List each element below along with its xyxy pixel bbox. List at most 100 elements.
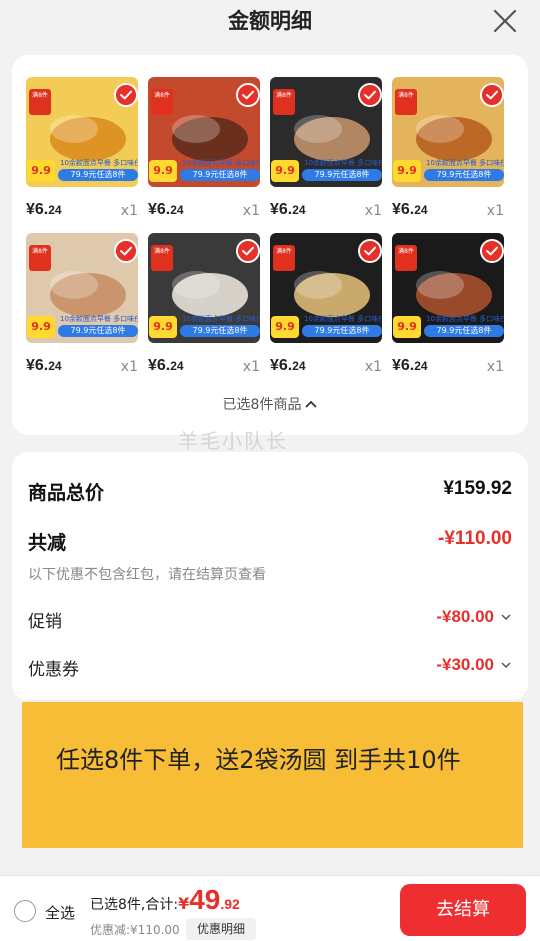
- price-integer: ¥6.: [270, 201, 293, 218]
- price-integer: ¥6.: [26, 357, 49, 374]
- chevron-down-icon: [501, 614, 511, 621]
- price-badge: 9.9: [27, 316, 55, 338]
- product-price: ¥6.24: [392, 357, 428, 375]
- price-decimal: 24: [414, 203, 428, 217]
- promo-strip-text: 10余款面点早餐 多口味任选: [304, 315, 382, 323]
- header: 金额明细: [0, 0, 540, 44]
- product-price: ¥6.24: [270, 201, 306, 219]
- promo-strip: 9.9 10余款面点早餐 多口味任选 79.9元任选8件: [26, 159, 138, 185]
- promo-strip: 9.9 10余款面点早餐 多口味任选 79.9元任选8件: [392, 159, 504, 185]
- check-icon[interactable]: [236, 239, 260, 263]
- promo-strip-text: 10余款面点早餐 多口味任选: [426, 315, 504, 323]
- chevron-down-icon: [501, 662, 511, 669]
- price-badge: 9.9: [149, 160, 177, 182]
- promo-strip-text: 10余款面点早餐 多口味任选: [182, 159, 260, 167]
- checkout-button[interactable]: 去结算: [400, 884, 526, 936]
- promo-strip-offer: 79.9元任选8件: [424, 169, 504, 181]
- promo-strip: 9.9 10余款面点早餐 多口味任选 79.9元任选8件: [148, 315, 260, 341]
- price-decimal: 24: [48, 203, 62, 217]
- total-currency: ¥: [178, 894, 190, 913]
- promo-badge: 满8件: [29, 245, 51, 271]
- promo-strip-offer: 79.9元任选8件: [424, 325, 504, 337]
- promo-strip: 9.9 10余款面点早餐 多口味任选 79.9元任选8件: [26, 315, 138, 341]
- total-integer: 49: [189, 884, 221, 915]
- discount-note: 以下优惠不包含红包，请在结算页查看: [28, 567, 266, 583]
- product-quantity: x1: [486, 203, 504, 219]
- product-item[interactable]: 满8件 9.9 10余款面点早餐 多口味任选 79.9元任选8件 ¥6.24 x1: [270, 77, 382, 227]
- check-icon[interactable]: [358, 239, 382, 263]
- promo-strip-text: 10余款面点早餐 多口味任选: [426, 159, 504, 167]
- promo-strip-offer: 79.9元任选8件: [302, 169, 382, 181]
- promo-banner: 任选8件下单，送2袋汤圆 到手共10件: [22, 702, 523, 848]
- promo-strip: 9.9 10余款面点早餐 多口味任选 79.9元任选8件: [270, 159, 382, 185]
- product-item[interactable]: 满8件 9.9 10余款面点早餐 多口味任选 79.9元任选8件 ¥6.24 x1: [148, 77, 260, 227]
- product-item[interactable]: 满8件 9.9 10余款面点早餐 多口味任选 79.9元任选8件 ¥6.24 x1: [392, 77, 504, 227]
- price-integer: ¥6.: [270, 357, 293, 374]
- check-icon[interactable]: [480, 83, 504, 107]
- price-badge: 9.9: [393, 160, 421, 182]
- product-price: ¥6.24: [26, 357, 62, 375]
- total-reduce-value: -¥110.00: [438, 528, 512, 549]
- price-decimal: 24: [48, 359, 62, 373]
- check-icon[interactable]: [114, 83, 138, 107]
- select-all-label[interactable]: 全选: [45, 902, 75, 923]
- product-item[interactable]: 满8件 9.9 10余款面点早餐 多口味任选 79.9元任选8件 ¥6.24 x1: [26, 233, 138, 383]
- selected-summary-label: 已选8件商品: [222, 397, 302, 413]
- promo-strip: 9.9 10余款面点早餐 多口味任选 79.9元任选8件: [392, 315, 504, 341]
- coupon-label: 优惠券: [28, 660, 79, 680]
- product-item[interactable]: 满8件 9.9 10余款面点早餐 多口味任选 79.9元任选8件 ¥6.24 x1: [26, 77, 138, 227]
- products-card: 满8件9.910余款面点早餐 多口味任选79.9元任选8件¥6.24x1满8件9…: [12, 55, 528, 435]
- check-icon[interactable]: [114, 239, 138, 263]
- checkout-bar: 全选 已选8件,合计:¥49.92 优惠减:¥110.00 优惠明细 去结算: [0, 875, 540, 941]
- check-icon[interactable]: [236, 83, 260, 107]
- price-integer: ¥6.: [148, 201, 171, 218]
- promo-strip-offer: 79.9元任选8件: [180, 169, 260, 181]
- chevron-up-icon: [305, 400, 318, 408]
- promo-badge: 满8件: [395, 89, 417, 115]
- selected-summary-toggle[interactable]: 已选8件商品: [12, 394, 528, 414]
- promo-strip-offer: 79.9元任选8件: [58, 169, 138, 181]
- promo-strip: 9.9 10余款面点早餐 多口味任选 79.9元任选8件: [270, 315, 382, 341]
- price-badge: 9.9: [393, 316, 421, 338]
- check-icon[interactable]: [480, 239, 504, 263]
- product-price: ¥6.24: [26, 201, 62, 219]
- watermark: 羊毛小队长: [178, 429, 288, 453]
- product-quantity: x1: [486, 359, 504, 375]
- product-quantity: x1: [364, 203, 382, 219]
- order-total: 已选8件,合计:¥49.92: [90, 884, 240, 916]
- price-integer: ¥6.: [392, 357, 415, 374]
- page-title: 金额明细: [228, 9, 312, 33]
- promo-strip-offer: 79.9元任选8件: [180, 325, 260, 337]
- promo-badge: 满8件: [273, 89, 295, 115]
- product-quantity: x1: [242, 359, 260, 375]
- select-all-radio[interactable]: [14, 900, 36, 922]
- product-quantity: x1: [242, 203, 260, 219]
- promo-strip-text: 10余款面点早餐 多口味任选: [182, 315, 260, 323]
- product-item[interactable]: 满8件 9.9 10余款面点早餐 多口味任选 79.9元任选8件 ¥6.24 x1: [392, 233, 504, 383]
- promo-badge: 满8件: [151, 245, 173, 271]
- promo-strip-text: 10余款面点早餐 多口味任选: [60, 315, 138, 323]
- price-badge: 9.9: [271, 160, 299, 182]
- promo-strip-offer: 79.9元任选8件: [302, 325, 382, 337]
- promo-strip: 9.9 10余款面点早餐 多口味任选 79.9元任选8件: [148, 159, 260, 185]
- selected-count-text: 已选8件,合计:: [90, 897, 179, 913]
- product-quantity: x1: [120, 359, 138, 375]
- price-decimal: 24: [170, 203, 184, 217]
- price-integer: ¥6.: [26, 201, 49, 218]
- price-summary-card: 商品总价 ¥159.92 共减 -¥110.00 以下优惠不包含红包，请在结算页…: [12, 452, 528, 700]
- saved-amount: 优惠减:¥110.00: [90, 923, 180, 937]
- promotion-label: 促销: [28, 612, 62, 632]
- close-icon[interactable]: [492, 8, 518, 34]
- check-icon[interactable]: [358, 83, 382, 107]
- promo-strip-text: 10余款面点早餐 多口味任选: [304, 159, 382, 167]
- price-integer: ¥6.: [392, 201, 415, 218]
- product-item[interactable]: 满8件 9.9 10余款面点早餐 多口味任选 79.9元任选8件 ¥6.24 x1: [148, 233, 260, 383]
- price-decimal: 24: [292, 203, 306, 217]
- product-item[interactable]: 满8件 9.9 10余款面点早餐 多口味任选 79.9元任选8件 ¥6.24 x1: [270, 233, 382, 383]
- product-quantity: x1: [120, 203, 138, 219]
- promo-strip-text: 10余款面点早餐 多口味任选: [60, 159, 138, 167]
- promo-badge: 满8件: [151, 89, 173, 115]
- price-decimal: 24: [414, 359, 428, 373]
- total-reduce-label: 共减: [28, 532, 67, 554]
- discount-detail-button[interactable]: 优惠明细: [186, 918, 256, 940]
